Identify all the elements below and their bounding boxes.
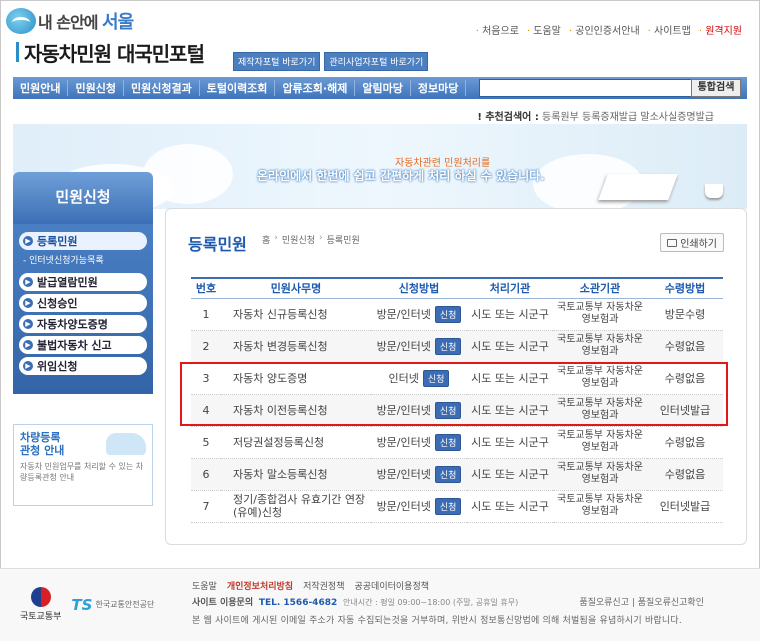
recommended-terms[interactable]: 등록원부 등록증재발급 말소사실증명발급 bbox=[542, 112, 714, 123]
sidebar-item-transfer-proof[interactable]: ▶ 자동차양도증명 bbox=[19, 315, 147, 333]
sidebar-item-issuance[interactable]: ▶ 발급열람민원 bbox=[19, 273, 147, 291]
arrow-bullet-icon: ▶ bbox=[23, 236, 33, 246]
top-links: 처음으로 도움말 공인인증서안내 사이트맵 원격지원 bbox=[476, 22, 742, 37]
table-row: 6 자동차 말소등록신청 방문/인터넷 신청 시도 또는 시군구 국토교통부 자동… bbox=[191, 458, 723, 491]
portal-title: 자동차민원 대국민포털 bbox=[16, 38, 205, 67]
main-nav: 민원안내 민원신청 민원신청결과 토털이력조회 압류조회·해제 알림마당 정보마… bbox=[13, 77, 747, 99]
arrow-bullet-icon: ▶ bbox=[23, 277, 33, 287]
sidebar-menu: ▶ 등록민원 인터넷신청가능목록 ▶ 발급열람민원 ▶ 신청승인 ▶ 자동차양도… bbox=[13, 224, 153, 394]
banner-text-2: 온라인에서 한번에 쉽고 간편하게 처리 하실 수 있습니다. bbox=[257, 169, 545, 183]
arrow-bullet-icon: ▶ bbox=[23, 340, 33, 350]
business-portal-button[interactable]: 관리사업자포털 바로가기 bbox=[324, 52, 429, 71]
table-row: 7 정기/종합검사 유효기간 연장(유예)신청 방문/인터넷 신청 시도 또는 시… bbox=[191, 490, 723, 523]
nav-total-history[interactable]: 토털이력조회 bbox=[200, 80, 276, 96]
footer-links: 도움말 개인정보처리방침 저작권정책 공공데이터이용정책 bbox=[192, 579, 429, 592]
quick-links: 제작자포털 바로가기 관리사업자포털 바로가기 bbox=[233, 52, 429, 71]
apply-button[interactable]: 신청 bbox=[434, 433, 462, 451]
table-row: 1 자동차 신규등록신청 방문/인터넷 신청 시도 또는 시군구 국토교통부 자동… bbox=[191, 298, 723, 331]
quality-report-links[interactable]: 품질오류신고 | 품질오류신고확인 bbox=[579, 595, 704, 608]
apply-button[interactable]: 신청 bbox=[434, 401, 462, 419]
privacy-policy-link[interactable]: 개인정보처리방침 bbox=[227, 579, 293, 592]
col-receive-method: 수령방법 bbox=[647, 277, 723, 299]
home-link[interactable]: 처음으로 bbox=[476, 22, 519, 37]
guide-text: 자동차 민원업무를 처리할 수 있는 차량등록관청 안내 bbox=[20, 462, 144, 482]
sidebar-item-approval[interactable]: ▶ 신청승인 bbox=[19, 294, 147, 312]
sidebar-item-illegal-report[interactable]: ▶ 불법자동차 신고 bbox=[19, 336, 147, 354]
print-button[interactable]: 인쇄하기 bbox=[660, 233, 724, 252]
apply-button[interactable]: 신청 bbox=[434, 497, 462, 515]
footer: 국토교통부 TS 한국교통안전공단 도움말 개인정보처리방침 저작권정책 공공데이… bbox=[0, 568, 760, 641]
nav-info[interactable]: 정보마당 bbox=[411, 80, 467, 96]
contact-info: 사이트 이용문의 TEL. 1566-4682 안내시간 : 평일 09:00~… bbox=[192, 598, 519, 608]
remote-support-link[interactable]: 원격지원 bbox=[699, 22, 742, 37]
ts-logo: TS 한국교통안전공단 bbox=[71, 595, 155, 614]
sidebar-subitem-internet-list[interactable]: 인터넷신청가능목록 bbox=[23, 253, 147, 269]
apply-button[interactable]: 신청 bbox=[434, 337, 462, 355]
breadcrumb-current: 등록민원 bbox=[326, 236, 360, 246]
registry-office-guide[interactable]: 차량등록 관청 안내 자동차 민원업무를 처리할 수 있는 차량등록관청 안내 bbox=[13, 424, 153, 506]
maker-portal-button[interactable]: 제작자포털 바로가기 bbox=[233, 52, 321, 71]
breadcrumb: 홈 › 민원신청 › 등록민원 bbox=[262, 233, 360, 246]
nav-apply-result[interactable]: 민원신청결과 bbox=[124, 80, 200, 96]
service-link[interactable]: 정기/종합검사 유효기간 연장(유예)신청 bbox=[221, 490, 371, 523]
sidebar-item-delegation[interactable]: ▶ 위임신청 bbox=[19, 357, 147, 375]
molit-logo: 국토교통부 bbox=[20, 587, 61, 622]
arrow-bullet-icon: ▶ bbox=[23, 298, 33, 308]
service-link[interactable]: 자동차 이전등록신청 bbox=[221, 394, 371, 427]
seoul-logo-icon bbox=[6, 8, 36, 34]
service-link[interactable]: 저당권설정등록신청 bbox=[221, 426, 371, 459]
nav-civil-apply[interactable]: 민원신청 bbox=[68, 80, 124, 96]
registration-table: 번호 민원사무명 신청방법 처리기관 소관기관 수령방법 1 자동차 신규등록신… bbox=[191, 277, 723, 523]
nav-civil-guide[interactable]: 민원안내 bbox=[13, 80, 69, 96]
breadcrumb-apply[interactable]: 민원신청 bbox=[282, 233, 315, 246]
service-link[interactable]: 자동차 양도증명 bbox=[221, 362, 371, 395]
apply-button[interactable]: 신청 bbox=[434, 465, 462, 483]
col-authority: 소관기관 bbox=[553, 277, 647, 299]
col-service-name: 민원사무명 bbox=[221, 277, 371, 299]
book-illustration bbox=[598, 174, 678, 200]
content-panel: 등록민원 홈 › 민원신청 › 등록민원 인쇄하기 번호 민원사무명 신청방법 … bbox=[165, 208, 747, 545]
table-row: 4 자동차 이전등록신청 방문/인터넷 신청 시도 또는 시군구 국토교통부 자동… bbox=[191, 394, 723, 427]
copyright-policy-link[interactable]: 저작권정책 bbox=[303, 579, 344, 592]
recommended-keywords: 추천검색어 : 등록원부 등록증재발급 말소사실증명발급 bbox=[477, 108, 714, 123]
breadcrumb-home[interactable]: 홈 bbox=[262, 233, 270, 246]
sitemap-link[interactable]: 사이트맵 bbox=[648, 22, 691, 37]
page-title: 등록민원 bbox=[188, 235, 247, 254]
service-link[interactable]: 자동차 변경등록신청 bbox=[221, 330, 371, 363]
footer-logos: 국토교통부 TS 한국교통안전공단 bbox=[20, 587, 154, 622]
table-row: 2 자동차 변경등록신청 방문/인터넷 신청 시도 또는 시군구 국토교통부 자동… bbox=[191, 330, 723, 363]
table-row: 5 저당권설정등록신청 방문/인터넷 신청 시도 또는 시군구 국토교통부 자동차… bbox=[191, 426, 723, 459]
sidebar-item-registration[interactable]: ▶ 등록민원 bbox=[19, 232, 147, 250]
col-apply-method: 신청방법 bbox=[371, 277, 467, 299]
footer-help-link[interactable]: 도움말 bbox=[192, 579, 217, 592]
search-input[interactable] bbox=[479, 79, 692, 97]
nav-notice[interactable]: 알림마당 bbox=[355, 80, 411, 96]
printer-icon bbox=[667, 238, 678, 247]
col-processing-agency: 처리기관 bbox=[467, 277, 553, 299]
sidebar: 민원신청 ▶ 등록민원 인터넷신청가능목록 ▶ 발급열람민원 ▶ 신청승인 ▶ … bbox=[13, 172, 153, 506]
recommended-label: 추천검색어 : bbox=[477, 112, 539, 123]
arrow-bullet-icon: ▶ bbox=[23, 319, 33, 329]
help-link[interactable]: 도움말 bbox=[527, 22, 561, 37]
service-link[interactable]: 자동차 말소등록신청 bbox=[221, 458, 371, 491]
apply-button[interactable]: 신청 bbox=[434, 305, 462, 323]
apply-button[interactable]: 신청 bbox=[422, 369, 450, 387]
search-button[interactable]: 통합검색 bbox=[691, 79, 741, 97]
nav-seizure[interactable]: 압류조회·해제 bbox=[275, 80, 356, 96]
taegeuk-icon bbox=[30, 587, 51, 607]
cup-illustration bbox=[705, 184, 723, 198]
public-data-policy-link[interactable]: 공공데이터이용정책 bbox=[355, 579, 430, 592]
sidebar-title: 민원신청 bbox=[13, 172, 153, 224]
car-icon bbox=[106, 433, 146, 455]
seoul-slogan: 내 손안에 서울 bbox=[38, 12, 134, 33]
header-logo[interactable]: 내 손안에 서울 자동차민원 대국민포털 bbox=[6, 6, 256, 66]
service-link[interactable]: 자동차 신규등록신청 bbox=[221, 298, 371, 331]
certificate-guide-link[interactable]: 공인인증서안내 bbox=[569, 22, 639, 37]
col-number: 번호 bbox=[191, 277, 221, 299]
table-row: 3 자동차 양도증명 인터넷 신청 시도 또는 시군구 국토교통부 자동차운영보험… bbox=[191, 362, 723, 395]
email-notice: 본 웹 사이트에 게시된 이메일 주소가 자동 수집되는것을 거부하며, 위반시… bbox=[192, 616, 682, 626]
table-header: 번호 민원사무명 신청방법 처리기관 소관기관 수령방법 bbox=[191, 277, 723, 299]
arrow-bullet-icon: ▶ bbox=[23, 361, 33, 371]
